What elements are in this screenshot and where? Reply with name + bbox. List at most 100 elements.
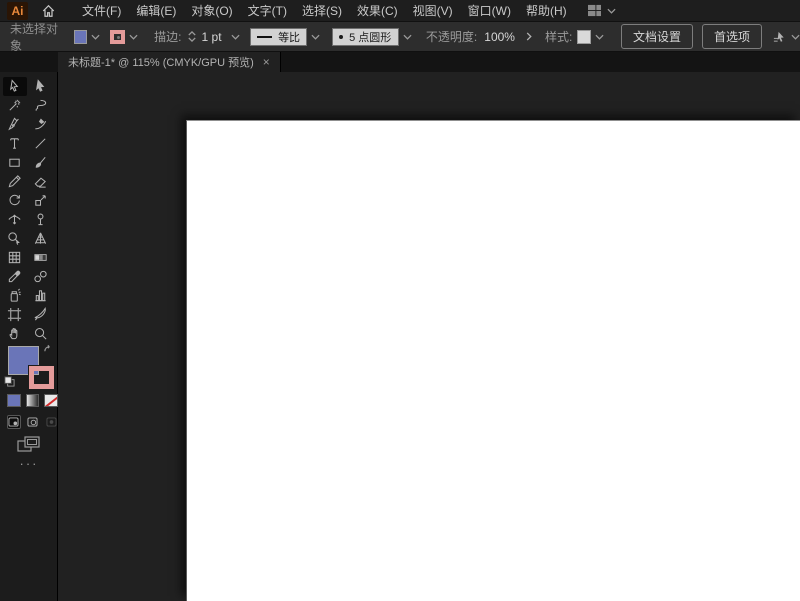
opacity-panel-arrow-icon[interactable] xyxy=(526,32,532,41)
draw-inside-icon[interactable] xyxy=(44,415,58,429)
hand-icon xyxy=(7,326,22,341)
stroke-weight-stepper[interactable] xyxy=(187,31,196,42)
tool-mesh[interactable] xyxy=(3,248,27,267)
tool-magic-wand[interactable] xyxy=(3,96,27,115)
slice-icon xyxy=(33,307,48,322)
edit-toolbar-button[interactable]: ··· xyxy=(0,456,58,471)
document-tab[interactable]: 未标题-1* @ 115% (CMYK/GPU 预览) × xyxy=(58,52,281,72)
chevron-down-icon[interactable] xyxy=(129,34,138,40)
app-logo-icon[interactable]: Ai xyxy=(7,1,28,20)
preferences-button[interactable]: 首选项 xyxy=(701,24,762,49)
tool-eraser[interactable] xyxy=(29,172,53,191)
chevron-down-icon[interactable] xyxy=(311,34,320,40)
draw-normal-icon[interactable] xyxy=(7,415,21,429)
tool-pen[interactable] xyxy=(3,115,27,134)
tool-lasso[interactable] xyxy=(29,96,53,115)
chevron-down-icon[interactable] xyxy=(403,34,412,40)
menu-item[interactable]: 编辑(E) xyxy=(136,2,176,19)
tool-slice[interactable] xyxy=(29,305,53,324)
menu-bar: Ai 文件(F) 编辑(E) 对象(O) 文字(T) 选择(S) 效果(C) 视图(V) 窗口… xyxy=(0,0,800,22)
width-profile-label: 等比 xyxy=(278,31,301,44)
stroke-weight-label: 描边: xyxy=(154,30,182,44)
tool-column-graph[interactable] xyxy=(29,286,53,305)
draw-behind-icon[interactable] xyxy=(26,415,40,429)
tool-direct-selection[interactable] xyxy=(29,77,53,96)
control-bar: 未选择对象 描边: 1 pt 等比 5 点圆形 不透明度: 100% 样式: 文 xyxy=(0,21,800,53)
stroke-color-swatch[interactable] xyxy=(110,29,126,44)
tool-blend[interactable] xyxy=(29,267,53,286)
tab-close-icon[interactable]: × xyxy=(263,56,270,68)
brush-dropdown[interactable]: 5 点圆形 xyxy=(332,27,399,46)
menu-item[interactable]: 视图(V) xyxy=(413,2,453,19)
workspace-switcher[interactable] xyxy=(587,4,616,17)
stroke-weight-value[interactable]: 1 pt xyxy=(202,30,222,44)
curvature-icon xyxy=(33,117,48,132)
tool-pencil[interactable] xyxy=(3,172,27,191)
style-swatch[interactable] xyxy=(577,29,591,44)
tool-zoom[interactable] xyxy=(29,324,53,343)
tool-gradient[interactable] xyxy=(29,248,53,267)
artboard[interactable] xyxy=(186,120,800,601)
fill-color-swatch[interactable] xyxy=(73,29,88,44)
default-fill-stroke-icon[interactable] xyxy=(4,376,15,387)
gradient-icon xyxy=(33,250,48,265)
direct-selection-icon xyxy=(33,79,48,94)
chevron-down-icon[interactable] xyxy=(791,34,800,40)
tool-line-segment[interactable] xyxy=(29,134,53,153)
none-fill-icon[interactable] xyxy=(44,394,59,407)
symbol-sprayer-icon xyxy=(7,288,22,303)
chevron-down-icon[interactable] xyxy=(91,34,100,40)
swap-fill-stroke-icon[interactable] xyxy=(43,344,54,354)
select-similar-icon[interactable] xyxy=(772,30,787,44)
paintbrush-icon xyxy=(33,155,48,170)
puppet-warp-icon xyxy=(33,212,48,227)
tool-hand[interactable] xyxy=(3,324,27,343)
selection-icon xyxy=(7,79,22,94)
stroke-color-proxy[interactable] xyxy=(29,366,54,389)
stroke-profile-preview xyxy=(256,35,273,38)
menu-item[interactable]: 窗口(W) xyxy=(468,2,511,19)
tool-shape-builder[interactable] xyxy=(3,229,27,248)
rectangle-icon xyxy=(7,155,22,170)
shape-builder-icon xyxy=(7,231,22,246)
width-profile-dropdown[interactable]: 等比 xyxy=(249,27,308,46)
menu-item[interactable]: 效果(C) xyxy=(357,2,398,19)
tool-symbol-sprayer[interactable] xyxy=(3,286,27,305)
chevron-down-icon[interactable] xyxy=(230,34,240,40)
menu-item[interactable]: 帮助(H) xyxy=(526,2,567,19)
tool-eyedropper[interactable] xyxy=(3,267,27,286)
tool-selection[interactable] xyxy=(2,77,27,96)
menu-item[interactable]: 文字(T) xyxy=(248,2,287,19)
tool-rectangle[interactable] xyxy=(3,153,27,172)
menu-item[interactable]: 文件(F) xyxy=(82,2,121,19)
column-graph-icon xyxy=(33,288,48,303)
gradient-fill-icon[interactable] xyxy=(25,394,40,407)
tool-type[interactable] xyxy=(3,134,27,153)
eraser-icon xyxy=(33,174,48,189)
line-segment-icon xyxy=(33,136,48,151)
home-icon[interactable] xyxy=(41,4,56,18)
eyedropper-icon xyxy=(7,269,22,284)
tool-perspective-grid[interactable] xyxy=(29,229,53,248)
tool-scale[interactable] xyxy=(29,191,53,210)
tool-artboard[interactable] xyxy=(3,305,27,324)
menu-item[interactable]: 选择(S) xyxy=(302,2,342,19)
zoom-icon xyxy=(33,326,48,341)
menu-item[interactable]: 对象(O) xyxy=(191,2,232,19)
tool-width[interactable] xyxy=(3,210,27,229)
workspace-switcher-icon xyxy=(587,4,602,17)
screen-mode-icon[interactable] xyxy=(17,436,41,453)
chevron-down-icon[interactable] xyxy=(595,34,604,40)
pen-icon xyxy=(7,117,22,132)
width-icon xyxy=(7,212,22,227)
drawing-mode-buttons xyxy=(0,415,58,429)
tool-paintbrush[interactable] xyxy=(29,153,53,172)
color-fill-icon[interactable] xyxy=(7,394,21,407)
tool-curvature[interactable] xyxy=(29,115,53,134)
tool-rotate[interactable] xyxy=(3,191,27,210)
no-selection-label: 未选择对象 xyxy=(10,21,59,53)
opacity-value[interactable]: 100% xyxy=(484,30,515,44)
tool-puppet-warp[interactable] xyxy=(29,210,53,229)
canvas-pasteboard[interactable] xyxy=(58,72,800,601)
document-setup-button[interactable]: 文档设置 xyxy=(620,24,693,49)
